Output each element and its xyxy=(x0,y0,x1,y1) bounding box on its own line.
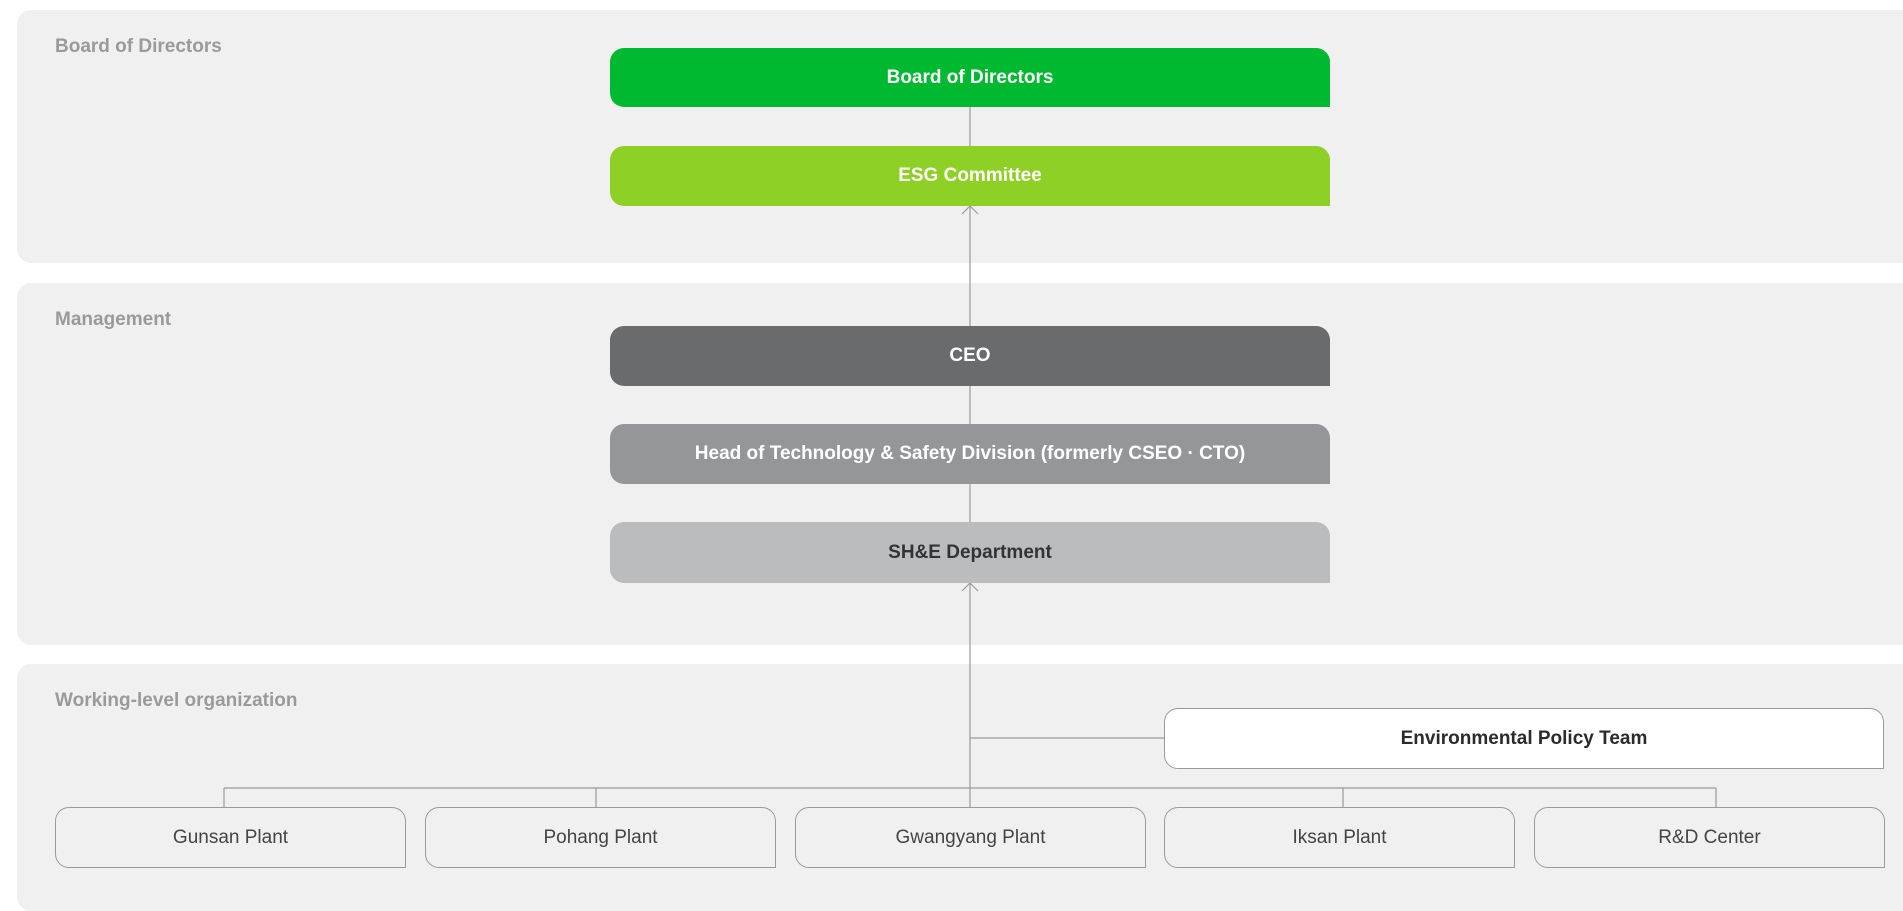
board-section-title: Board of Directors xyxy=(55,36,222,57)
management-section-title: Management xyxy=(55,309,172,330)
environmental-policy-team-node: Environmental Policy Team xyxy=(1164,708,1884,769)
head-tech-safety-node: Head of Technology & Safety Division (fo… xyxy=(610,424,1330,484)
working-level-section: Working-level organization xyxy=(17,664,1903,911)
working-level-section-title: Working-level organization xyxy=(55,690,298,711)
ceo-node: CEO xyxy=(610,326,1330,386)
plant-iksan: Iksan Plant xyxy=(1164,807,1515,868)
plant-gwangyang: Gwangyang Plant xyxy=(795,807,1146,868)
board-of-directors-node: Board of Directors xyxy=(610,48,1330,107)
she-department-node: SH&E Department xyxy=(610,522,1330,583)
plant-pohang: Pohang Plant xyxy=(425,807,776,868)
esg-committee-node: ESG Committee xyxy=(610,146,1330,206)
plant-rnd-center: R&D Center xyxy=(1534,807,1885,868)
plant-gunsan: Gunsan Plant xyxy=(55,807,406,868)
